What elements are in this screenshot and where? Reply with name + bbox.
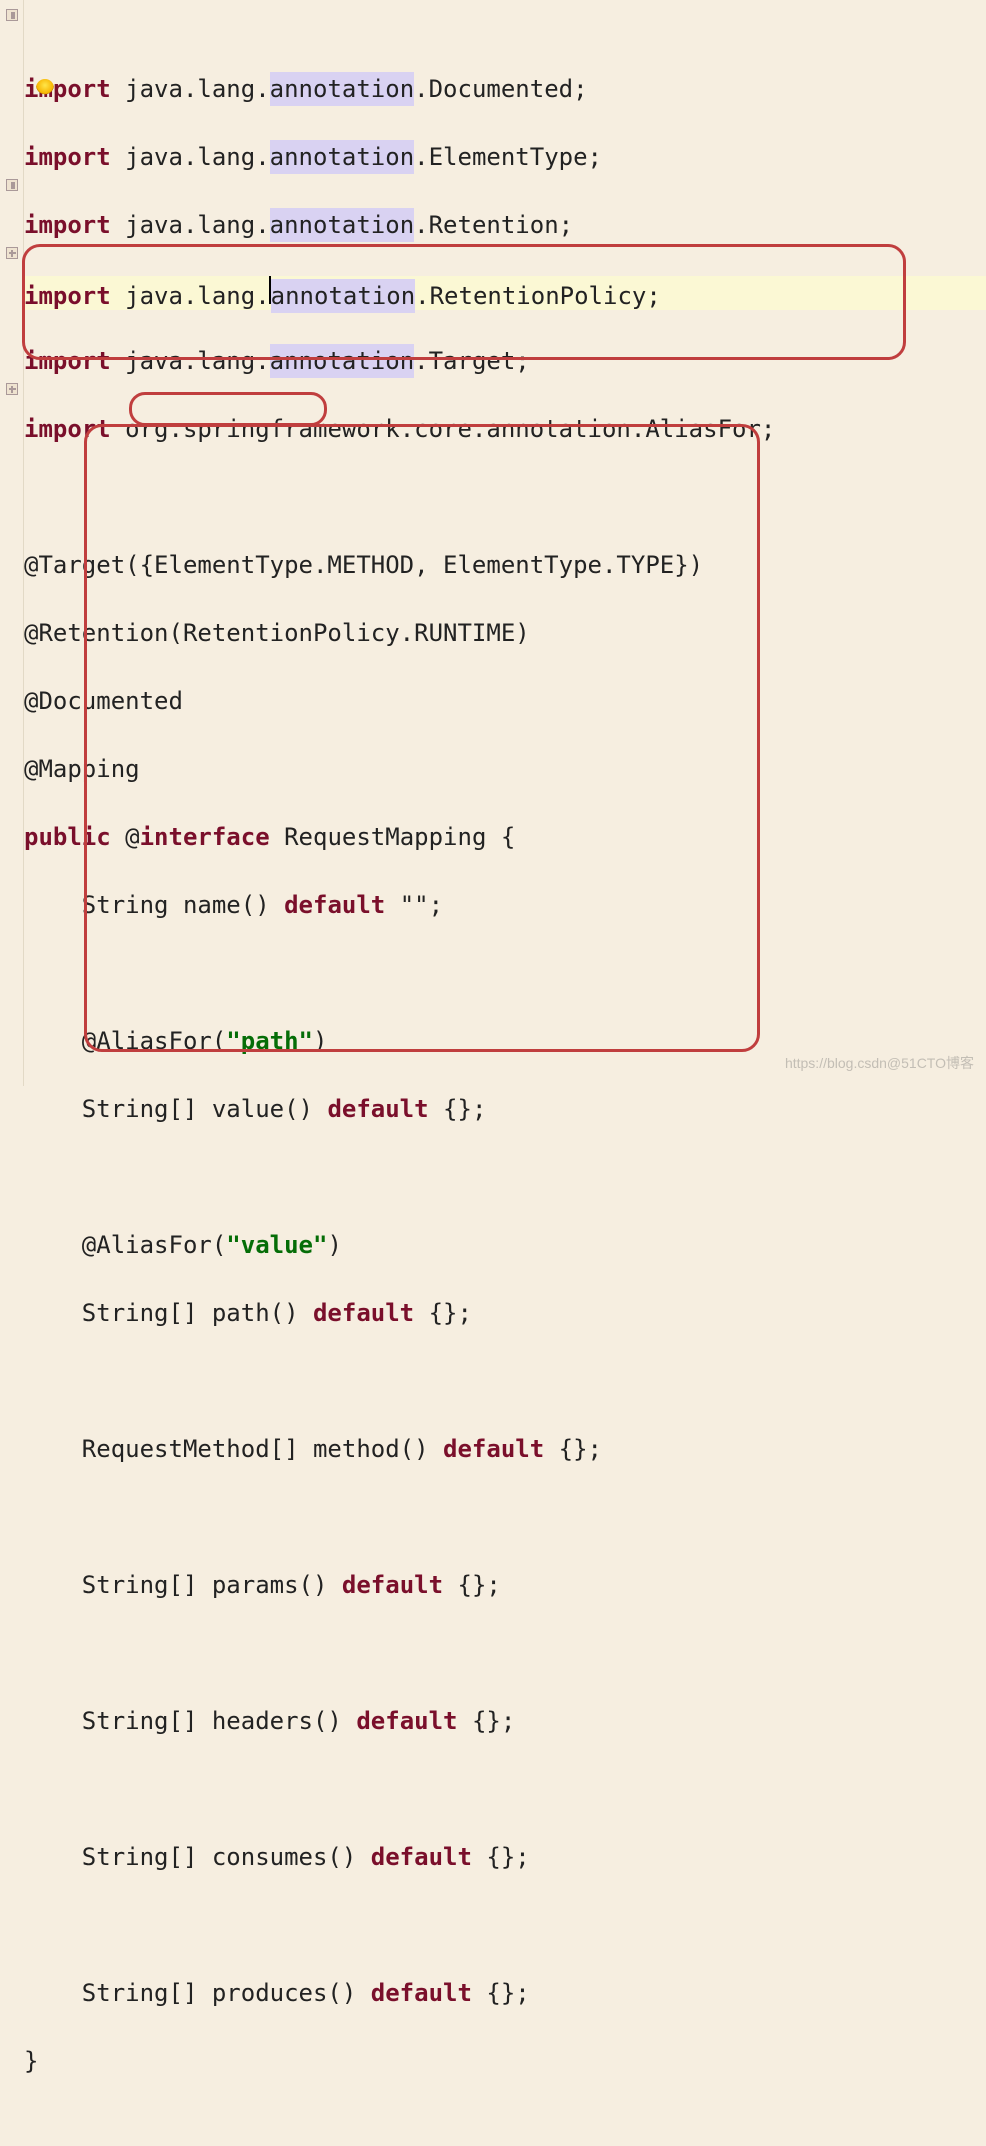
keyword: public bbox=[24, 820, 111, 854]
keyword: default bbox=[356, 1704, 457, 1738]
code-text: String[] value() bbox=[24, 1092, 327, 1126]
code-text: {}; bbox=[472, 1840, 530, 1874]
code-text: .Retention; bbox=[414, 208, 573, 242]
keyword: import bbox=[24, 344, 111, 378]
code-text: {}; bbox=[458, 1704, 516, 1738]
annotation: @Retention(RetentionPolicy.RUNTIME) bbox=[24, 616, 530, 650]
code-text: String[] consumes() bbox=[24, 1840, 371, 1874]
keyword: default bbox=[284, 888, 385, 922]
code-text: .Documented; bbox=[414, 72, 587, 106]
code-text: String[] params() bbox=[24, 1568, 342, 1602]
keyword: default bbox=[371, 1976, 472, 2010]
code-text: .Target; bbox=[414, 344, 530, 378]
code-text: org.springframework.core.annotation.Alia… bbox=[111, 412, 776, 446]
code-text: .ElementType; bbox=[414, 140, 602, 174]
code-text: ) bbox=[327, 1228, 341, 1262]
code-text: {}; bbox=[414, 1296, 472, 1330]
code-text: {}; bbox=[472, 1976, 530, 2010]
keyword: import bbox=[24, 208, 111, 242]
keyword: import bbox=[24, 279, 111, 313]
code-text: String[] path() bbox=[24, 1296, 313, 1330]
usage-highlight: annotation bbox=[270, 72, 415, 106]
code-text: } bbox=[24, 2044, 38, 2078]
code-text: java.lang. bbox=[111, 140, 270, 174]
keyword: default bbox=[342, 1568, 443, 1602]
fold-icon[interactable] bbox=[6, 9, 18, 21]
code-text: @AliasFor( bbox=[24, 1024, 226, 1058]
code-text: java.lang. bbox=[111, 279, 270, 313]
code-text: java.lang. bbox=[111, 208, 270, 242]
keyword: import bbox=[24, 140, 111, 174]
usage-highlight: annotation bbox=[271, 279, 416, 313]
fold-icon[interactable] bbox=[6, 383, 18, 395]
annotation: @Mapping bbox=[24, 752, 140, 786]
code-text: ) bbox=[313, 1024, 327, 1058]
annotation: @Target({ElementType.METHOD, ElementType… bbox=[24, 548, 703, 582]
keyword: import bbox=[24, 412, 111, 446]
code-text: RequestMethod[] method() bbox=[24, 1432, 443, 1466]
code-text: {}; bbox=[429, 1092, 487, 1126]
code-text: .RetentionPolicy; bbox=[415, 279, 661, 313]
keyword: interface bbox=[140, 820, 270, 854]
usage-highlight: annotation bbox=[270, 208, 415, 242]
code-text: @ bbox=[111, 820, 140, 854]
keyword: default bbox=[313, 1296, 414, 1330]
intention-bulb-icon[interactable] bbox=[36, 79, 54, 97]
code-text: {}; bbox=[544, 1432, 602, 1466]
code-text: {}; bbox=[443, 1568, 501, 1602]
gutter bbox=[0, 0, 24, 1086]
code-text: java.lang. bbox=[111, 344, 270, 378]
fold-icon[interactable] bbox=[6, 247, 18, 259]
keyword: default bbox=[371, 1840, 472, 1874]
code-text: RequestMapping { bbox=[270, 820, 516, 854]
code-text: @AliasFor( bbox=[24, 1228, 226, 1262]
keyword: default bbox=[327, 1092, 428, 1126]
string-literal: "path" bbox=[226, 1024, 313, 1058]
string-literal: "value" bbox=[226, 1228, 327, 1262]
keyword: default bbox=[443, 1432, 544, 1466]
code-text: String[] headers() bbox=[24, 1704, 356, 1738]
watermark: https://blog.csdn@51CTO博客 bbox=[785, 1046, 974, 1080]
code-text: String name() bbox=[24, 888, 284, 922]
usage-highlight: annotation bbox=[270, 140, 415, 174]
fold-icon[interactable] bbox=[6, 179, 18, 191]
code-text: java.lang. bbox=[111, 72, 270, 106]
usage-highlight: annotation bbox=[270, 344, 415, 378]
code-text: ""; bbox=[385, 888, 443, 922]
annotation: @Documented bbox=[24, 684, 183, 718]
code-text: String[] produces() bbox=[24, 1976, 371, 2010]
